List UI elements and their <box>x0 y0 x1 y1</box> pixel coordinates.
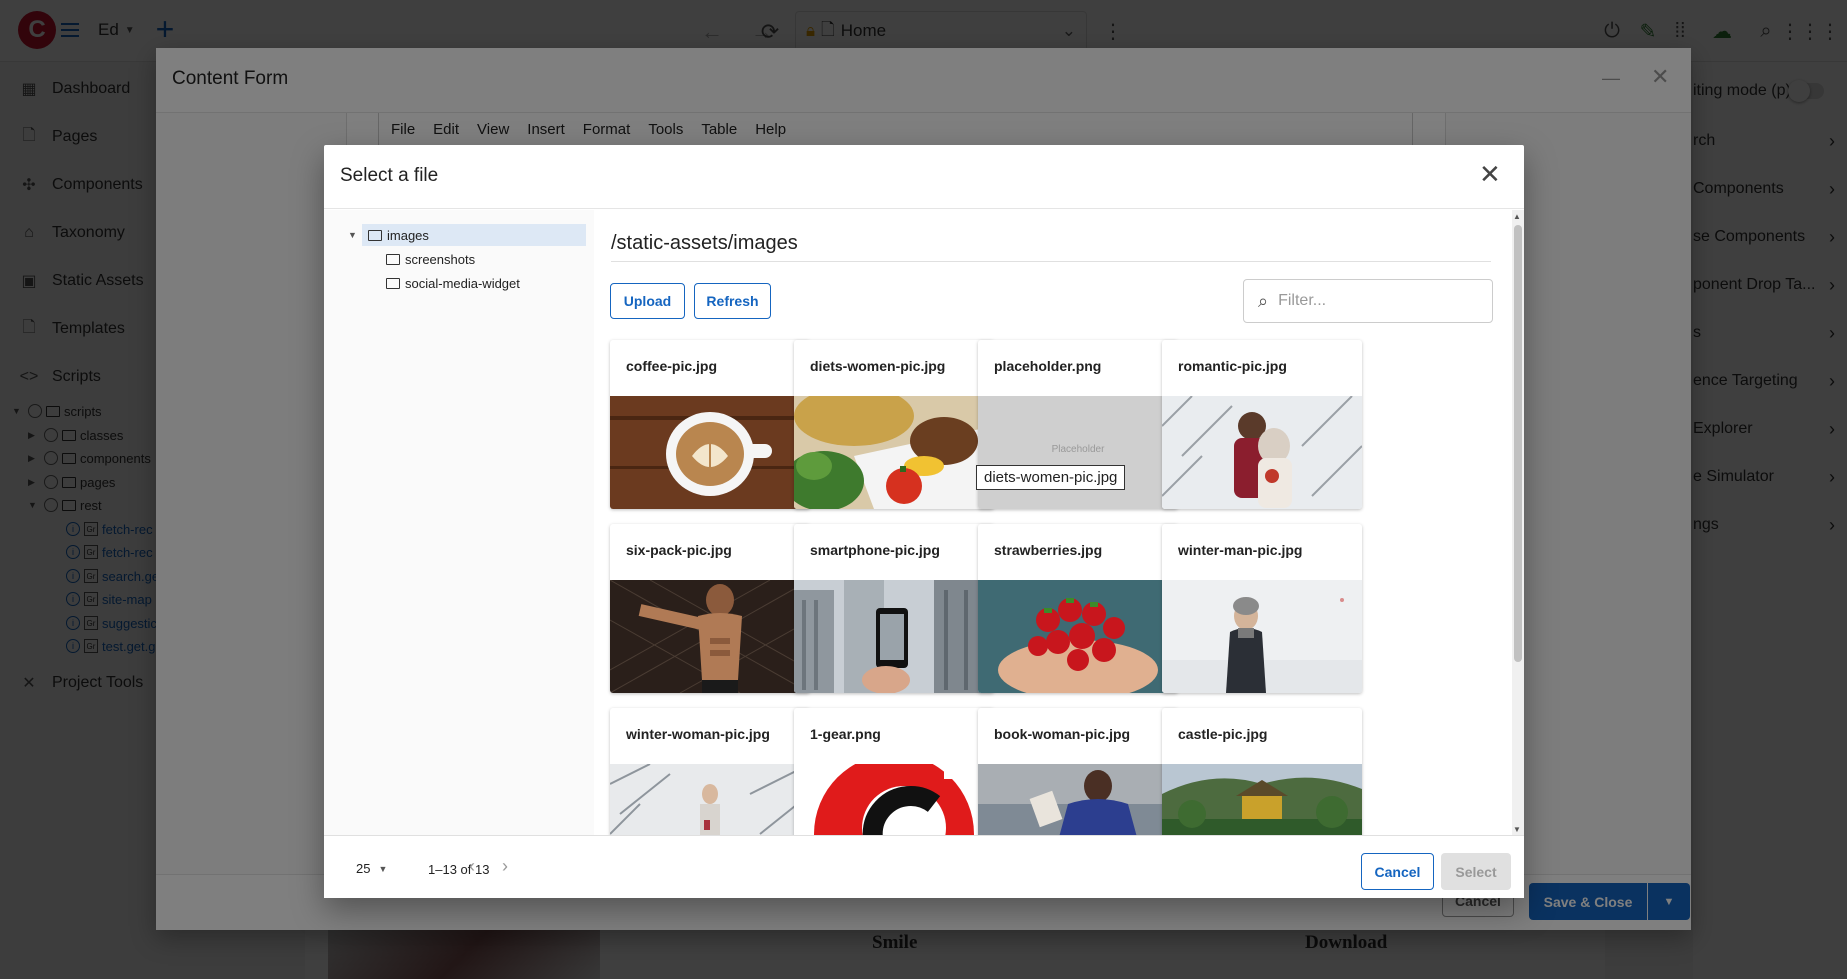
filter-input[interactable] <box>1278 292 1469 310</box>
chevron-down-icon: ▼ <box>378 863 388 874</box>
file-card-book-woman[interactable]: book-woman-pic.jpg <box>978 708 1178 841</box>
upload-button[interactable]: Upload <box>610 283 685 319</box>
refresh-button[interactable]: Refresh <box>694 283 771 319</box>
file-name: six-pack-pic.jpg <box>626 542 732 558</box>
file-card-diets-women[interactable]: diets-women-pic.jpg <box>794 340 994 509</box>
pagination-range: 1–13 of 13 <box>428 862 490 877</box>
file-name: winter-man-pic.jpg <box>1178 542 1303 558</box>
folder-icon <box>386 277 400 289</box>
expanded-caret-icon: ▼ <box>348 230 357 240</box>
divider <box>611 261 1491 262</box>
file-name-tooltip: diets-women-pic.jpg <box>976 465 1126 490</box>
folder-tree-panel: images ▼ screenshots social-media-widget <box>324 210 594 835</box>
tree-node-social-media-widget[interactable]: social-media-widget <box>386 272 520 294</box>
file-name: castle-pic.jpg <box>1178 726 1268 742</box>
file-card-winter-man[interactable]: winter-man-pic.jpg <box>1162 524 1362 693</box>
file-name: romantic-pic.jpg <box>1178 358 1287 374</box>
file-thumbnail <box>1162 396 1362 509</box>
file-thumbnail <box>794 580 994 693</box>
previous-page-icon[interactable]: ‹ <box>469 856 475 877</box>
folder-icon <box>368 229 382 241</box>
file-card-gear[interactable]: 1-gear.png <box>794 708 994 841</box>
file-name: book-woman-pic.jpg <box>994 726 1131 742</box>
scrollbar-thumb[interactable] <box>1514 225 1522 662</box>
file-card-romantic[interactable]: romantic-pic.jpg <box>1162 340 1362 509</box>
scroll-up-icon[interactable]: ▲ <box>1513 212 1521 221</box>
file-card-strawberries[interactable]: strawberries.jpg <box>978 524 1178 693</box>
file-card-castle[interactable]: castle-pic.jpg <box>1162 708 1362 841</box>
file-thumbnail <box>794 764 994 841</box>
close-icon[interactable]: ✕ <box>1479 161 1501 187</box>
rows-per-page-select[interactable]: 25 ▼ <box>356 861 387 876</box>
file-thumbnail <box>794 396 994 509</box>
file-name: strawberries.jpg <box>994 542 1103 558</box>
filter-field[interactable]: ⌕ <box>1243 279 1493 323</box>
search-icon: ⌕ <box>1258 290 1269 311</box>
file-name: coffee-pic.jpg <box>626 358 718 374</box>
file-thumbnail <box>978 580 1178 693</box>
rows-per-page-value: 25 <box>356 861 371 876</box>
file-thumbnail <box>610 764 810 841</box>
tree-label: screenshots <box>405 251 476 267</box>
file-card-smartphone[interactable]: smartphone-pic.jpg <box>794 524 994 693</box>
file-name: 1-gear.png <box>810 726 881 742</box>
file-thumbnail: Placeholder <box>978 396 1178 509</box>
file-name: winter-woman-pic.jpg <box>626 726 770 742</box>
next-page-icon[interactable]: › <box>502 856 508 877</box>
file-thumbnail <box>1162 764 1362 841</box>
file-thumbnail <box>610 580 810 693</box>
file-thumbnail <box>1162 580 1362 693</box>
cancel-button[interactable]: Cancel <box>1361 853 1434 890</box>
dialog-header: Select a file ✕ <box>324 145 1524 209</box>
scroll-down-icon[interactable]: ▼ <box>1513 825 1521 834</box>
file-name: diets-women-pic.jpg <box>810 358 946 374</box>
tree-label: social-media-widget <box>405 275 520 291</box>
select-button[interactable]: Select <box>1441 853 1511 890</box>
placeholder-text: Placeholder <box>1051 444 1105 455</box>
select-file-dialog: Select a file ✕ images ▼ screenshots soc… <box>324 145 1524 898</box>
file-card-winter-woman[interactable]: winter-woman-pic.jpg <box>610 708 810 841</box>
tree-label: images <box>387 227 429 243</box>
file-thumbnail <box>610 396 810 509</box>
file-thumbnail <box>978 764 1178 841</box>
dialog-title: Select a file <box>340 165 439 186</box>
file-card-coffee[interactable]: coffee-pic.jpg <box>610 340 810 509</box>
expand-caret[interactable]: ▼ <box>348 224 358 246</box>
current-path: /static-assets/images <box>611 232 798 254</box>
file-name: placeholder.png <box>994 358 1102 374</box>
file-name: smartphone-pic.jpg <box>810 542 940 558</box>
tree-node-images[interactable]: images <box>362 224 586 246</box>
tree-node-screenshots[interactable]: screenshots <box>386 248 475 270</box>
file-card-six-pack[interactable]: six-pack-pic.jpg <box>610 524 810 693</box>
folder-icon <box>386 253 400 265</box>
